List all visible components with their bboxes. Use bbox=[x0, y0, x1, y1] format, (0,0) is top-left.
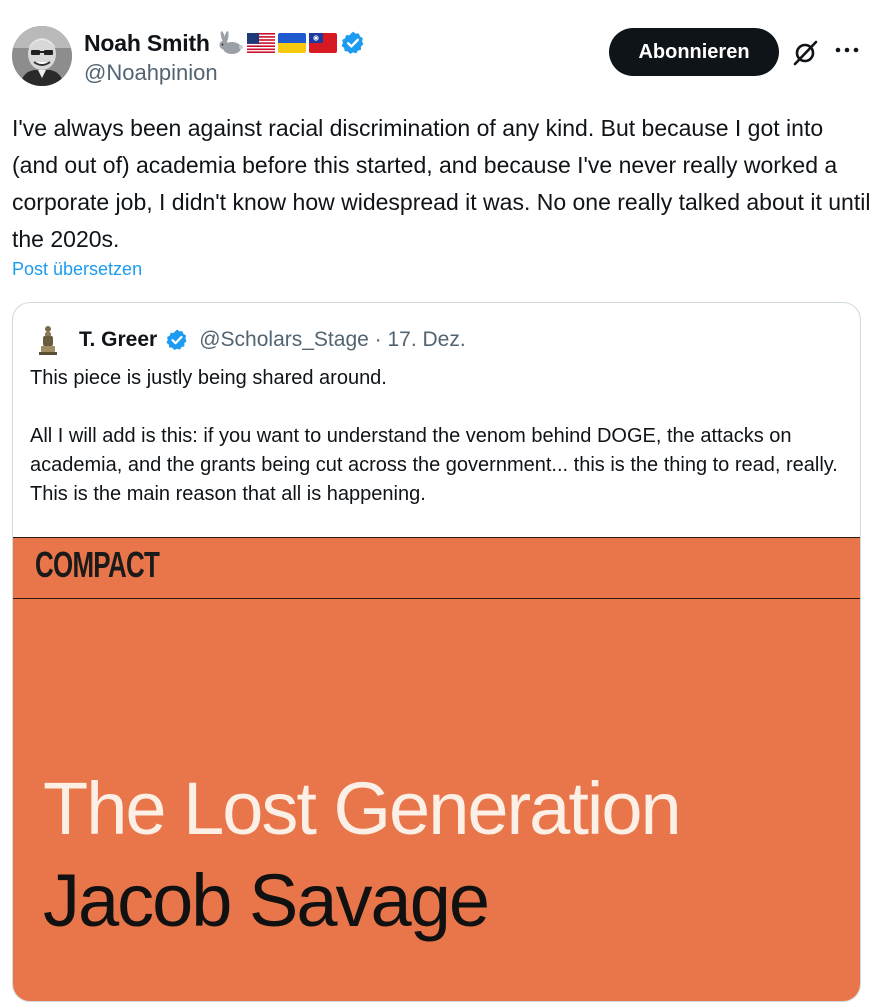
grok-icon[interactable] bbox=[790, 38, 820, 68]
compact-logo: COMPACT bbox=[35, 544, 160, 585]
post-text: I've always been against racial discrimi… bbox=[12, 115, 871, 252]
quoted-post-text: This piece is justly being shared around… bbox=[30, 364, 850, 509]
verified-badge-icon[interactable] bbox=[340, 30, 366, 56]
follow-button[interactable]: Abonnieren bbox=[609, 28, 779, 76]
author-emoji-row bbox=[216, 29, 366, 57]
compact-header-band: COMPACT bbox=[13, 538, 860, 599]
article-preview-image[interactable]: COMPACT The Lost Generation Jacob Savage bbox=[13, 537, 860, 1001]
quoted-author-name[interactable]: T. Greer bbox=[79, 328, 157, 352]
more-options-icon[interactable] bbox=[834, 40, 860, 60]
author-handle[interactable]: @Noahpinion bbox=[84, 60, 218, 86]
article-title: The Lost Generation bbox=[43, 767, 682, 850]
author-display-name[interactable]: Noah Smith bbox=[84, 30, 210, 57]
quoted-paragraph-1: This piece is justly being shared around… bbox=[30, 367, 387, 389]
article-author: Jacob Savage bbox=[43, 859, 490, 942]
rabbit-icon bbox=[219, 31, 243, 54]
author-avatar[interactable] bbox=[12, 26, 72, 86]
flag-tw-icon bbox=[308, 33, 337, 53]
flag-us-icon bbox=[246, 33, 275, 53]
quoted-post-card[interactable]: T. Greer @Scholars_Stage · 17. Dez. This… bbox=[12, 302, 861, 1002]
verified-badge-icon[interactable] bbox=[165, 328, 189, 352]
translate-post-link[interactable]: Post übersetzen bbox=[12, 259, 142, 280]
flag-ua-icon bbox=[277, 33, 306, 53]
quoted-post-header: T. Greer @Scholars_Stage · 17. Dez. bbox=[33, 323, 466, 357]
author-name-row: Noah Smith bbox=[84, 28, 366, 58]
quoted-author-handle-date[interactable]: @Scholars_Stage · 17. Dez. bbox=[199, 328, 465, 352]
quoted-author-avatar[interactable] bbox=[33, 323, 63, 357]
quoted-paragraph-2: All I will add is this: if you want to u… bbox=[30, 425, 838, 505]
